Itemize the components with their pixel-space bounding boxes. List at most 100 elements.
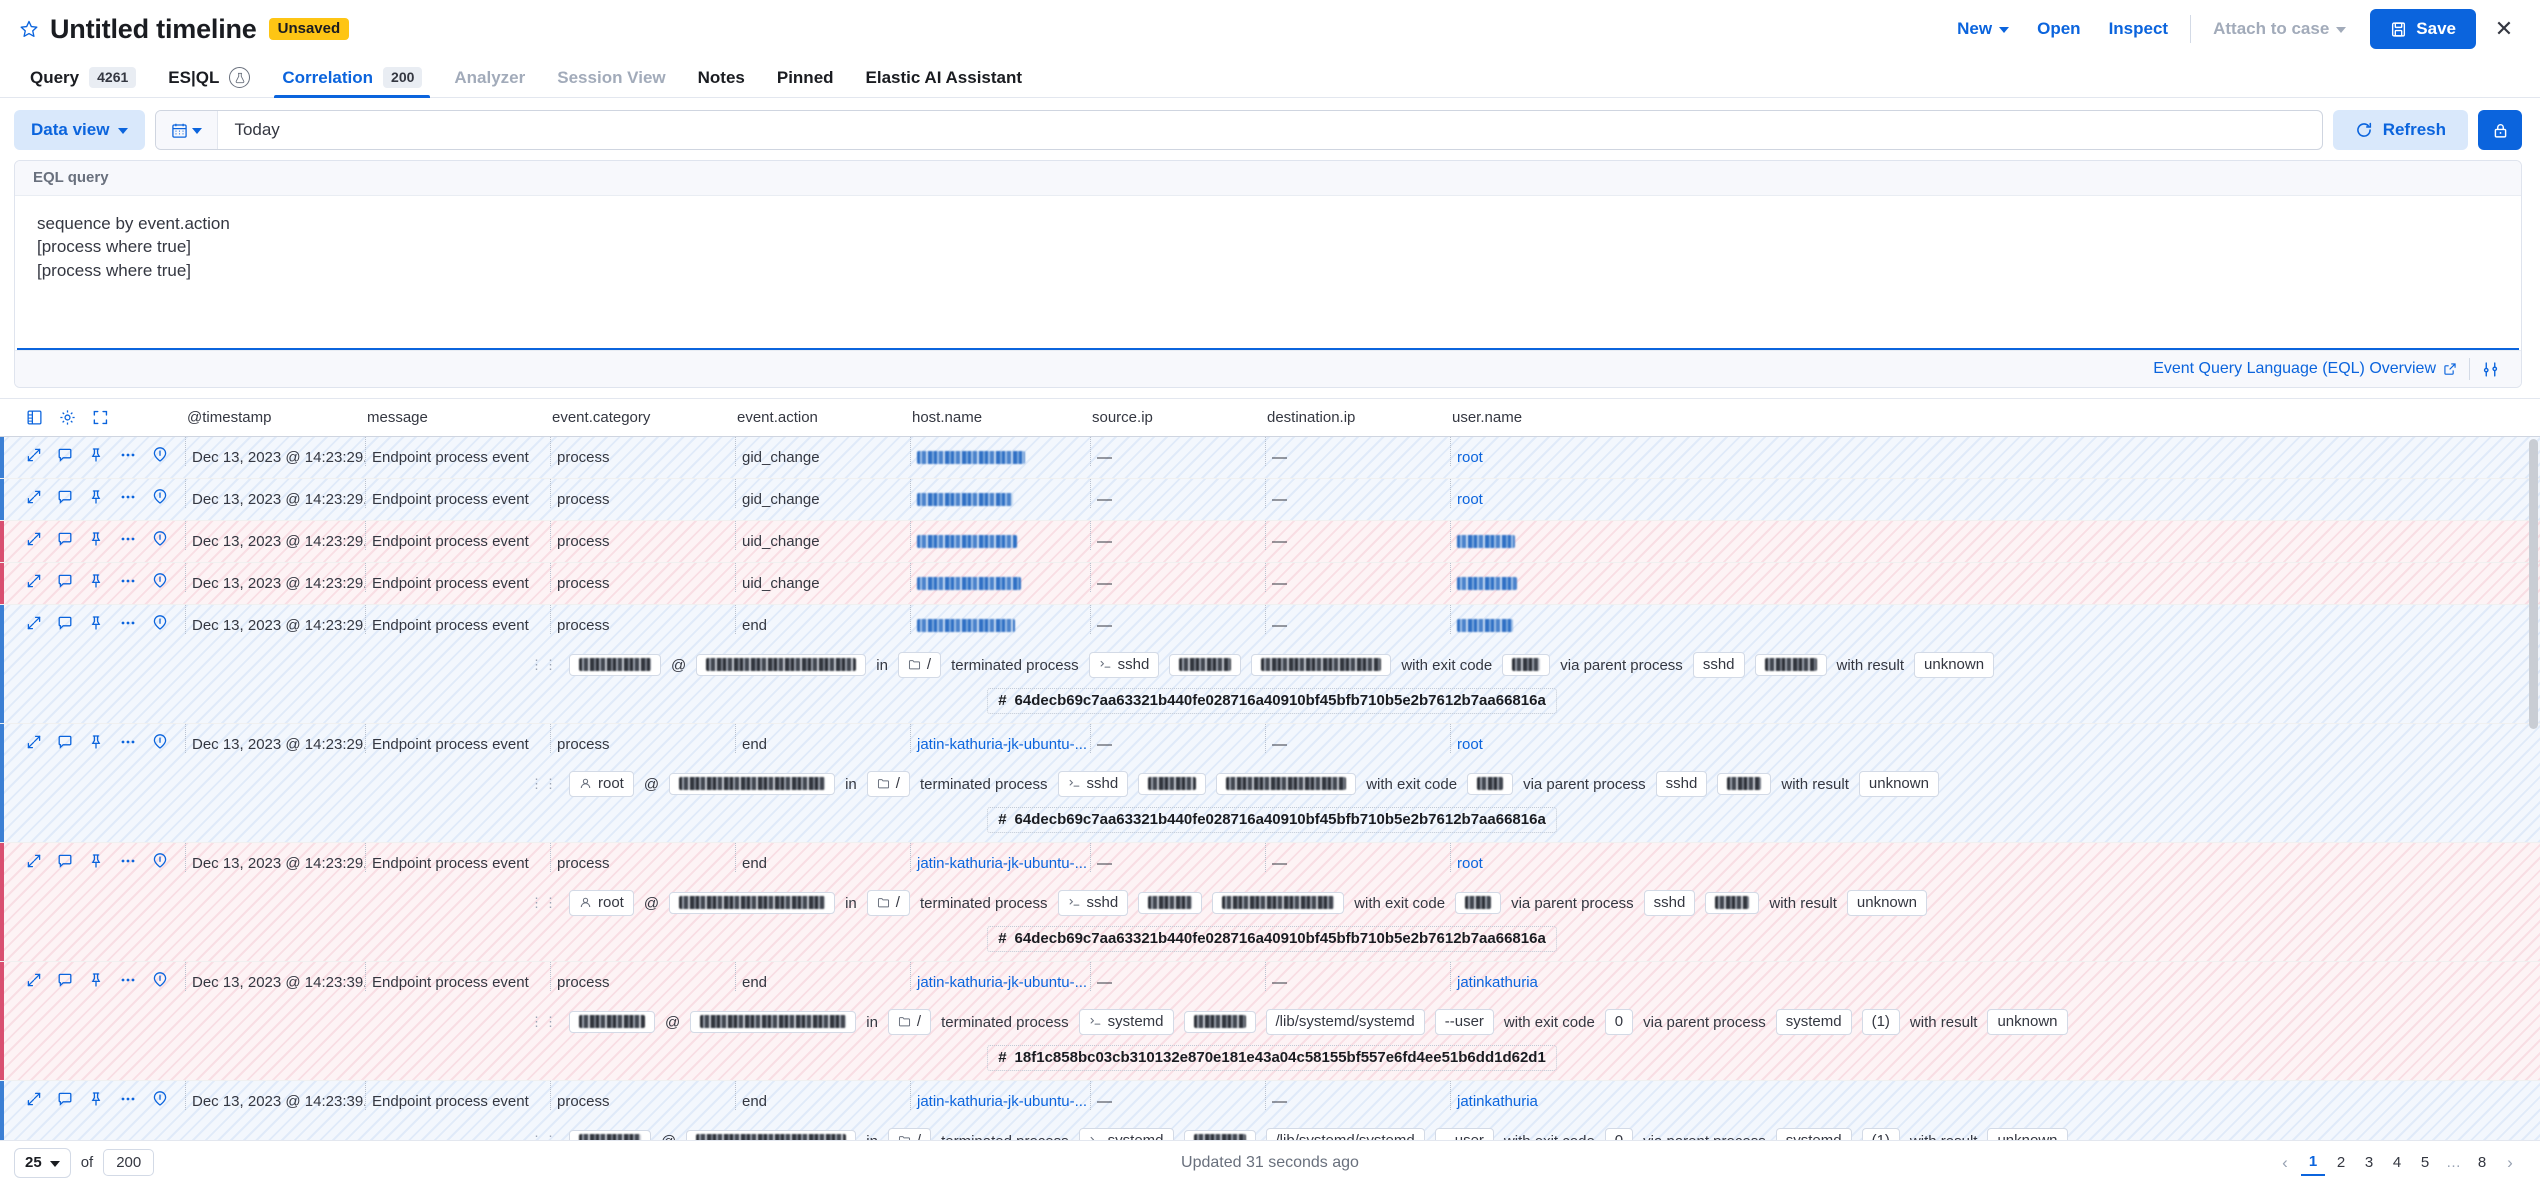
parent-process-chip[interactable]: sshd <box>1692 652 1745 678</box>
refresh-button[interactable]: Refresh <box>2332 110 2468 150</box>
table-row[interactable]: Dec 13, 2023 @ 14:23:29.471Endpoint proc… <box>4 479 2540 520</box>
host-name-cell-link[interactable]: jatin-kathuria-jk-ubuntu-... <box>917 855 1087 872</box>
source-ip-cell[interactable]: — <box>1090 479 1265 508</box>
page-button-8[interactable]: 8 <box>2470 1150 2494 1176</box>
destination-ip-cell[interactable]: — <box>1265 521 1450 550</box>
destination-ip-cell[interactable]: — <box>1265 479 1450 508</box>
new-timeline-button[interactable]: New <box>1943 19 2023 39</box>
user-name-cell-link[interactable]: root <box>1457 491 1483 508</box>
drag-handle[interactable]: ⋮⋮ <box>4 777 564 791</box>
parent-pid-chip[interactable]: (1) <box>1861 1009 1900 1035</box>
host-name-cell[interactable] <box>910 605 1090 634</box>
page-button-1[interactable]: 1 <box>2301 1150 2325 1176</box>
expand-icon[interactable] <box>26 615 42 631</box>
note-icon[interactable] <box>57 615 73 631</box>
open-timeline-button[interactable]: Open <box>2023 19 2094 39</box>
host-chip[interactable] <box>696 654 867 676</box>
page-button-5[interactable]: 5 <box>2413 1150 2437 1176</box>
pin-icon[interactable] <box>88 615 104 631</box>
host-name-cell[interactable]: jatin-kathuria-jk-ubuntu-... <box>910 843 1090 872</box>
event-action-cell[interactable]: end <box>735 843 910 872</box>
message-cell[interactable]: Endpoint process event <box>365 521 550 550</box>
expand-icon[interactable] <box>26 853 42 869</box>
analyzer-icon[interactable] <box>152 972 168 988</box>
column-header-user-name[interactable]: user.name <box>1450 409 1750 426</box>
column-header-source-ip[interactable]: source.ip <box>1090 409 1265 426</box>
process-path-chip[interactable]: /lib/systemd/systemd <box>1265 1128 1425 1140</box>
process-hash-chip[interactable]: #64decb69c7aa63321b440fe028716a40910bf45… <box>987 926 1557 952</box>
user-name-cell[interactable] <box>1450 563 1750 592</box>
user-name-cell[interactable] <box>1450 521 1750 550</box>
timestamp-cell[interactable]: Dec 13, 2023 @ 14:23:29.472 <box>185 724 365 753</box>
rows-per-page-selector[interactable]: 25 <box>14 1147 71 1178</box>
column-header-destination-ip[interactable]: destination.ip <box>1265 409 1450 426</box>
event-category-cell[interactable]: process <box>550 1081 735 1110</box>
note-icon[interactable] <box>57 972 73 988</box>
note-icon[interactable] <box>57 573 73 589</box>
table-row[interactable]: Dec 13, 2023 @ 14:23:29.468Endpoint proc… <box>4 521 2540 562</box>
message-cell[interactable]: Endpoint process event <box>365 962 550 991</box>
tab-session-view[interactable]: Session View <box>541 58 681 97</box>
user-name-cell[interactable]: jatinkathuria <box>1450 962 1750 991</box>
process-pid-chip[interactable] <box>1138 892 1203 914</box>
parent-process-chip[interactable]: sshd <box>1655 771 1708 797</box>
user-chip[interactable]: root <box>569 771 634 797</box>
more-icon[interactable] <box>119 489 137 505</box>
source-ip-cell[interactable]: — <box>1090 843 1265 872</box>
more-icon[interactable] <box>119 615 137 631</box>
process-pid-chip[interactable] <box>1169 654 1242 676</box>
user-name-cell-link[interactable]: jatinkathuria <box>1457 974 1538 991</box>
message-cell[interactable]: Endpoint process event <box>365 437 550 466</box>
column-header-host-name[interactable]: host.name <box>910 409 1090 426</box>
pin-icon[interactable] <box>88 447 104 463</box>
expand-icon[interactable] <box>26 1091 42 1107</box>
timestamp-cell[interactable]: Dec 13, 2023 @ 14:23:29.471 <box>185 563 365 592</box>
note-icon[interactable] <box>57 447 73 463</box>
tab-esql[interactable]: ES|QL <box>152 58 266 97</box>
expand-icon[interactable] <box>26 573 42 589</box>
tab-notes[interactable]: Notes <box>682 58 761 97</box>
table-row[interactable]: Dec 13, 2023 @ 14:23:29.471Endpoint proc… <box>4 563 2540 604</box>
settings-gear-icon[interactable] <box>59 409 76 426</box>
user-name-cell[interactable]: jatinkathuria <box>1450 1081 1750 1110</box>
host-chip[interactable] <box>690 1011 857 1033</box>
parent-process-chip[interactable]: systemd <box>1775 1128 1852 1140</box>
working-directory-chip[interactable]: / <box>887 1009 932 1035</box>
timestamp-cell[interactable]: Dec 13, 2023 @ 14:23:29.468 <box>185 521 365 550</box>
user-name-cell[interactable]: root <box>1450 724 1750 753</box>
fullscreen-icon[interactable] <box>92 409 109 426</box>
tab-query[interactable]: Query 4261 <box>14 58 152 97</box>
date-quick-select-button[interactable] <box>156 111 219 149</box>
parent-pid-chip[interactable] <box>1717 773 1772 795</box>
column-header-event-action[interactable]: event.action <box>735 409 910 426</box>
expand-icon[interactable] <box>26 734 42 750</box>
timestamp-cell[interactable]: Dec 13, 2023 @ 14:23:29.467 <box>185 605 365 634</box>
more-icon[interactable] <box>119 972 137 988</box>
expand-icon[interactable] <box>26 972 42 988</box>
lock-icon[interactable] <box>2478 110 2522 150</box>
source-ip-cell[interactable]: — <box>1090 563 1265 592</box>
pin-icon[interactable] <box>88 573 104 589</box>
event-category-cell[interactable]: process <box>550 563 735 592</box>
process-args-chip[interactable]: --user <box>1434 1009 1494 1035</box>
exit-code-chip[interactable]: 0 <box>1604 1128 1634 1140</box>
tab-analyzer[interactable]: Analyzer <box>438 58 541 97</box>
host-name-cell-link[interactable]: jatin-kathuria-jk-ubuntu-... <box>917 974 1087 991</box>
user-name-cell-link[interactable]: root <box>1457 736 1483 753</box>
exit-code-chip[interactable] <box>1455 892 1502 914</box>
more-icon[interactable] <box>119 573 137 589</box>
result-chip[interactable]: unknown <box>1987 1009 2068 1035</box>
event-category-cell[interactable]: process <box>550 605 735 634</box>
tab-pinned[interactable]: Pinned <box>761 58 850 97</box>
process-path-chip[interactable] <box>1212 892 1345 914</box>
favorite-star-icon[interactable] <box>18 18 40 40</box>
pin-icon[interactable] <box>88 531 104 547</box>
attach-to-case-button[interactable]: Attach to case <box>2199 19 2360 39</box>
message-cell[interactable]: Endpoint process event <box>365 1081 550 1110</box>
working-directory-chip[interactable]: / <box>866 890 910 916</box>
message-cell[interactable]: Endpoint process event <box>365 605 550 634</box>
process-chip[interactable]: systemd <box>1078 1009 1174 1035</box>
result-chip[interactable]: unknown <box>1858 771 1939 797</box>
process-hash-chip[interactable]: #64decb69c7aa63321b440fe028716a40910bf45… <box>987 807 1557 833</box>
exit-code-chip[interactable]: 0 <box>1604 1009 1634 1035</box>
